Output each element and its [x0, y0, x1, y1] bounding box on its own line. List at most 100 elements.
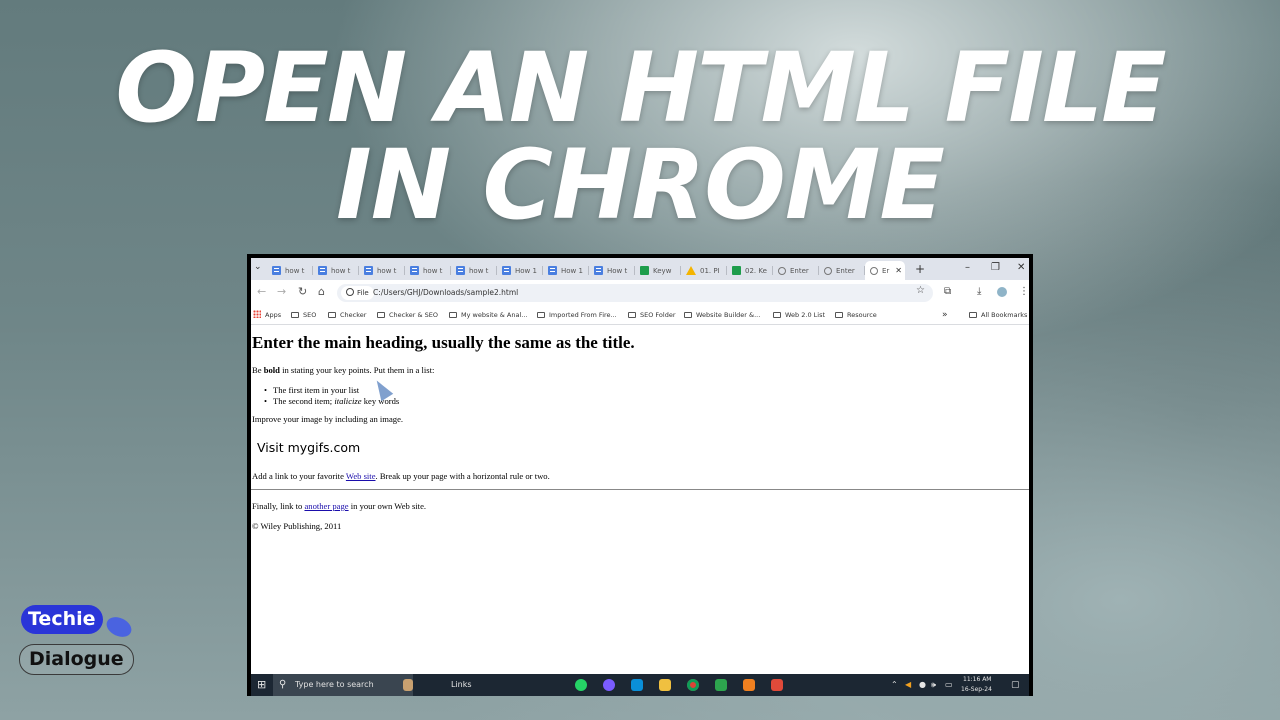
- all-bookmarks[interactable]: All Bookmarks: [969, 309, 1027, 321]
- bookmark-checker[interactable]: Checker: [328, 309, 366, 321]
- camtasia-icon[interactable]: [715, 679, 727, 691]
- copyright-text: © Wiley Publishing, 2011: [252, 521, 342, 531]
- tab[interactable]: Enter: [773, 261, 819, 280]
- bookmark-star-icon[interactable]: ☆: [916, 285, 925, 296]
- tab[interactable]: 02. Ke: [727, 261, 773, 280]
- visit-mygifs-text: Visit mygifs.com: [257, 440, 361, 455]
- docs-icon: [548, 266, 557, 275]
- extensions-icon[interactable]: ⧉: [944, 286, 951, 298]
- bookmark-seo-folder[interactable]: SEO Folder: [628, 309, 676, 321]
- messenger-icon[interactable]: [603, 679, 615, 691]
- profile-avatar[interactable]: [997, 287, 1007, 297]
- tab-label: 01. PI: [700, 266, 720, 275]
- display-icon[interactable]: ▭: [945, 674, 953, 696]
- another-page-link[interactable]: another page: [304, 501, 348, 511]
- links-toolbar[interactable]: Links: [451, 674, 472, 696]
- tab-strip: ⌄ how t how t how t how t how t How 1 How 1 How…: [251, 258, 1029, 280]
- chrome-icon[interactable]: [687, 679, 699, 691]
- bookmarks-overflow-button[interactable]: »: [942, 309, 948, 321]
- tab-label: how t: [469, 266, 489, 275]
- page-heading: Enter the main heading, usually the same…: [252, 333, 635, 352]
- web-site-link[interactable]: Web site: [346, 471, 376, 481]
- tab-label: Enter: [836, 266, 855, 275]
- monitor-screen: ⌄ how t how t how t how t how t How 1 How 1 How…: [247, 254, 1033, 696]
- tab[interactable]: how t: [267, 261, 313, 280]
- skype-icon[interactable]: [631, 679, 643, 691]
- tab[interactable]: Enter: [819, 261, 865, 280]
- tab[interactable]: 01. PI: [681, 261, 727, 280]
- network-icon[interactable]: ●: [919, 674, 926, 696]
- url-text[interactable]: C:/Users/GHJ/Downloads/sample2.html: [373, 284, 518, 302]
- horizontal-rule: [251, 489, 1029, 490]
- close-window-button[interactable]: ✕: [1017, 261, 1025, 275]
- folder-icon: [628, 312, 636, 318]
- tab[interactable]: How 1: [543, 261, 589, 280]
- windows-start-icon[interactable]: ⊞: [257, 674, 266, 696]
- tab-label: 02. Ke: [745, 266, 767, 275]
- tab-label: how t: [285, 266, 305, 275]
- file-chip-label: File: [357, 289, 369, 297]
- info-icon: [346, 288, 354, 296]
- headline-line-1: OPEN AN HTML FILE: [115, 32, 1166, 144]
- reload-icon[interactable]: ↻: [298, 286, 307, 298]
- webpage-content: Enter the main heading, usually the same…: [251, 325, 1029, 674]
- sheets-icon: [732, 266, 741, 275]
- chrome-window: ⌄ how t how t how t how t how t How 1 How 1 How…: [251, 258, 1029, 674]
- restore-button[interactable]: ❐: [991, 261, 1000, 275]
- vlc-icon[interactable]: [743, 679, 755, 691]
- toolbar: ← → ↻ ⌂ File C:/Users/GHJ/Downloads/samp…: [251, 280, 1029, 306]
- paragraph-link: Add a link to your favorite Web site. Br…: [252, 471, 550, 481]
- tab[interactable]: how t: [405, 261, 451, 280]
- taskbar-search-box[interactable]: ⚲ Type here to search: [273, 674, 413, 696]
- bookmark-seo[interactable]: SEO: [291, 309, 316, 321]
- windows-taskbar: ⊞ ⚲ Type here to search Links ⌃ ◀ ● 🕪 ▭ …: [251, 674, 1029, 696]
- logo-techie: Techie: [21, 605, 103, 634]
- home-icon[interactable]: ⌂: [318, 286, 325, 298]
- tab[interactable]: how t: [313, 261, 359, 280]
- folder-icon: [449, 312, 457, 318]
- bookmark-website-builder[interactable]: Website Builder &...: [684, 309, 760, 321]
- globe-icon: [824, 266, 832, 275]
- menu-icon[interactable]: ⋮: [1019, 286, 1029, 298]
- tab-label: Keyw: [653, 266, 672, 275]
- folder-icon: [835, 312, 843, 318]
- tab[interactable]: how t: [359, 261, 405, 280]
- site-info-chip[interactable]: File: [341, 286, 374, 300]
- tab-list: how t how t how t how t how t How 1 How 1 How t…: [267, 261, 905, 280]
- tray-app-icon[interactable]: ◀: [905, 674, 911, 696]
- bookmark-web20[interactable]: Web 2.0 List: [773, 309, 825, 321]
- file-explorer-icon[interactable]: [659, 679, 671, 691]
- whatsapp-icon[interactable]: [575, 679, 587, 691]
- forward-icon[interactable]: →: [277, 286, 286, 298]
- bookmark-my-website[interactable]: My website & Anal...: [449, 309, 527, 321]
- bookmark-resource[interactable]: Resource: [835, 309, 877, 321]
- tab[interactable]: How t: [589, 261, 635, 280]
- bookmark-imported[interactable]: Imported From Fire...: [537, 309, 617, 321]
- paragraph-bold: Be bold in stating your key points. Put …: [252, 365, 435, 375]
- folder-icon: [377, 312, 385, 318]
- bookmark-checker-seo[interactable]: Checker & SEO: [377, 309, 438, 321]
- new-tab-button[interactable]: +: [915, 261, 925, 277]
- sheets-icon: [640, 266, 649, 275]
- taskbar-search-placeholder: Type here to search: [295, 680, 374, 689]
- tab-active[interactable]: Er ✕: [865, 261, 905, 280]
- tab-label: Enter: [790, 266, 809, 275]
- tab[interactable]: Keyw: [635, 261, 681, 280]
- address-bar[interactable]: File C:/Users/GHJ/Downloads/sample2.html…: [337, 284, 933, 302]
- tray-chevron-icon[interactable]: ⌃: [891, 674, 898, 696]
- download-icon[interactable]: ⤓: [977, 286, 981, 298]
- tab-label: how t: [423, 266, 443, 275]
- tab-search-icon[interactable]: ⌄: [254, 262, 262, 272]
- app-icon[interactable]: [771, 679, 783, 691]
- back-icon[interactable]: ←: [257, 286, 266, 298]
- apps-grid-icon: [253, 310, 261, 318]
- tab[interactable]: How 1: [497, 261, 543, 280]
- volume-icon[interactable]: 🕪: [931, 674, 936, 696]
- notifications-icon[interactable]: ▢: [1011, 674, 1020, 696]
- docs-icon: [594, 266, 603, 275]
- close-tab-icon[interactable]: ✕: [895, 266, 902, 275]
- bookmark-apps[interactable]: Apps: [253, 309, 281, 321]
- clock-date[interactable]: 16-Sep-24: [961, 685, 992, 707]
- minimize-button[interactable]: –: [965, 261, 970, 275]
- tab[interactable]: how t: [451, 261, 497, 280]
